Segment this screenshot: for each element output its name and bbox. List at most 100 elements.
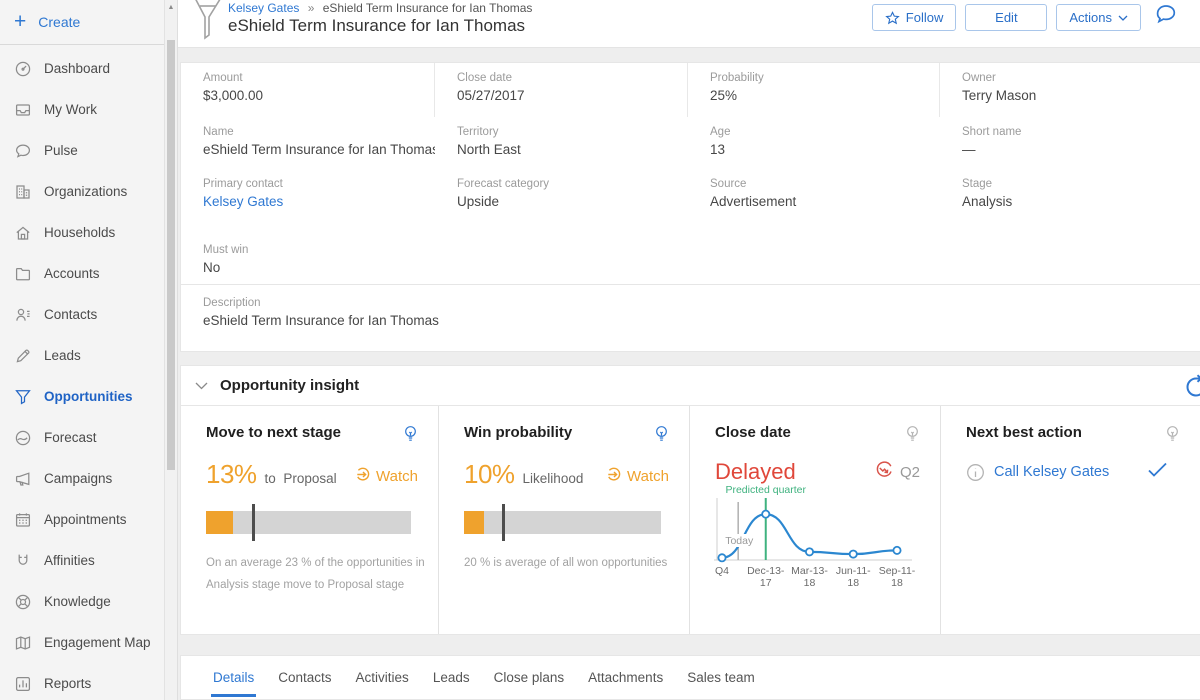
- svg-text:18: 18: [847, 577, 859, 589]
- bulb-icon[interactable]: [403, 425, 418, 449]
- close-date-status: Delayed: [715, 459, 796, 485]
- field-must-win: Must win No: [181, 235, 435, 284]
- svg-text:Mar-13-: Mar-13-: [791, 565, 828, 577]
- field-label: Owner: [962, 72, 1190, 84]
- sidebar-item-appointments[interactable]: Appointments: [0, 499, 164, 540]
- card-title: Win probability: [464, 424, 572, 441]
- sidebar-item-contacts[interactable]: Contacts: [0, 294, 164, 335]
- create-label: Create: [38, 14, 80, 30]
- sidebar-item-accounts[interactable]: Accounts: [0, 253, 164, 294]
- scrollbar-up-arrow-icon[interactable]: ▲: [165, 0, 177, 14]
- households-icon: [14, 224, 32, 242]
- sidebar-item-label: Affinities: [44, 553, 95, 568]
- scrollbar-thumb[interactable]: [167, 40, 175, 470]
- field-value: North East: [457, 142, 678, 157]
- sidebar-item-reports[interactable]: Reports: [0, 663, 164, 700]
- svg-text:Q4: Q4: [715, 565, 729, 577]
- tab-activities[interactable]: Activities: [344, 656, 421, 699]
- info-icon[interactable]: [966, 463, 985, 482]
- tab-leads[interactable]: Leads: [421, 656, 482, 699]
- trend-down-icon: [874, 460, 894, 484]
- organizations-icon: [14, 183, 32, 201]
- sidebar-item-knowledge[interactable]: Knowledge: [0, 581, 164, 622]
- stage-move-caption: On an average 23 % of the opportunities …: [206, 552, 418, 597]
- field-label: Age: [710, 126, 930, 138]
- sidebar-item-label: Households: [44, 225, 115, 240]
- sidebar-item-opportunities[interactable]: Opportunities: [0, 376, 164, 417]
- field-name: NameeShield Term Insurance for Ian Thoma…: [181, 117, 435, 169]
- field-value: Terry Mason: [962, 88, 1190, 103]
- collapse-chevron-icon[interactable]: [195, 382, 208, 390]
- card-title: Next best action: [966, 424, 1082, 441]
- bulb-icon[interactable]: [1165, 425, 1180, 449]
- chat-bubble-icon[interactable]: [1153, 3, 1178, 32]
- tab-sales-team[interactable]: Sales team: [675, 656, 767, 699]
- svg-text:Predicted quarter: Predicted quarter: [725, 484, 806, 496]
- sidebar-item-forecast[interactable]: Forecast: [0, 417, 164, 458]
- sidebar-item-pulse[interactable]: Pulse: [0, 130, 164, 171]
- refresh-icon[interactable]: [1183, 374, 1200, 405]
- close-date-forecast-chart: Predicted quarterTodayQ4Dec-13-17Mar-13-…: [706, 484, 918, 592]
- detail-row: Primary contactKelsey GatesForecast cate…: [181, 169, 1200, 235]
- opportunities-icon: [14, 388, 32, 406]
- sidebar-item-label: Accounts: [44, 266, 100, 281]
- sidebar: + Create DashboardMy WorkPulseOrganizati…: [0, 0, 178, 700]
- detail-row: Amount$3,000.00Close date05/27/2017Proba…: [181, 63, 1200, 117]
- svg-text:Jun-11-: Jun-11-: [836, 565, 871, 577]
- field-label: Territory: [457, 126, 678, 138]
- tab-contacts[interactable]: Contacts: [266, 656, 343, 699]
- field-close-date: Close date05/27/2017: [435, 63, 688, 117]
- field-label: Probability: [710, 72, 929, 84]
- field-label: Primary contact: [203, 178, 425, 190]
- contacts-icon: [14, 306, 32, 324]
- sidebar-scrollbar[interactable]: ▲: [164, 0, 177, 700]
- insight-card-close-date: Close date Delayed: [690, 406, 941, 634]
- my-work-icon: [14, 101, 32, 119]
- sidebar-item-engagement-map[interactable]: Engagement Map: [0, 622, 164, 663]
- sidebar-item-leads[interactable]: Leads: [0, 335, 164, 376]
- bulb-icon[interactable]: [905, 425, 920, 449]
- pulse-icon: [14, 142, 32, 160]
- edit-button[interactable]: Edit: [965, 4, 1047, 31]
- field-value: eShield Term Insurance for Ian Thomas: [203, 313, 1190, 328]
- tab-details[interactable]: Details: [201, 656, 266, 699]
- sidebar-item-households[interactable]: Households: [0, 212, 164, 253]
- opportunity-funnel-icon: [192, 0, 224, 46]
- field-value-link[interactable]: Kelsey Gates: [203, 194, 425, 209]
- field-value: 13: [710, 142, 930, 157]
- stage-move-percent: 13%: [206, 459, 257, 490]
- svg-text:Today: Today: [725, 535, 754, 547]
- field-value: Analysis: [962, 194, 1190, 209]
- appointments-icon: [14, 511, 32, 529]
- follow-button[interactable]: Follow: [872, 4, 957, 31]
- campaigns-icon: [14, 470, 32, 488]
- tab-close-plans[interactable]: Close plans: [482, 656, 577, 699]
- field-primary-contact: Primary contact Kelsey Gates: [181, 169, 435, 235]
- card-title: Close date: [715, 424, 791, 441]
- create-button[interactable]: + Create: [0, 0, 177, 45]
- sidebar-item-my-work[interactable]: My Work: [0, 89, 164, 130]
- sidebar-item-campaigns[interactable]: Campaigns: [0, 458, 164, 499]
- win-probability-progress-bar: [464, 504, 661, 541]
- watch-link[interactable]: Watch: [354, 466, 418, 487]
- insight-card-next-best-action: Next best action Call Kelsey Gates: [941, 406, 1200, 634]
- opportunity-details-panel: Amount$3,000.00Close date05/27/2017Proba…: [180, 62, 1200, 352]
- average-marker: [252, 504, 255, 541]
- bulb-icon[interactable]: [654, 425, 669, 449]
- insight-title: Opportunity insight: [220, 377, 359, 394]
- sidebar-item-affinities[interactable]: Affinities: [0, 540, 164, 581]
- accounts-icon: [14, 265, 32, 283]
- target-stage: Proposal: [283, 471, 336, 486]
- field-source: SourceAdvertisement: [688, 169, 940, 235]
- predicted-quarter-value: Q2: [900, 464, 920, 481]
- watch-link[interactable]: Watch: [605, 466, 669, 487]
- tab-attachments[interactable]: Attachments: [576, 656, 675, 699]
- actions-button[interactable]: Actions: [1056, 4, 1141, 31]
- win-probability-percent: 10%: [464, 459, 515, 490]
- breadcrumb-link[interactable]: Kelsey Gates: [228, 1, 299, 15]
- field-stage: StageAnalysis: [940, 169, 1200, 235]
- next-best-action-link[interactable]: Call Kelsey Gates: [994, 464, 1109, 480]
- sidebar-item-organizations[interactable]: Organizations: [0, 171, 164, 212]
- sidebar-item-dashboard[interactable]: Dashboard: [0, 48, 164, 89]
- check-icon[interactable]: [1147, 461, 1168, 483]
